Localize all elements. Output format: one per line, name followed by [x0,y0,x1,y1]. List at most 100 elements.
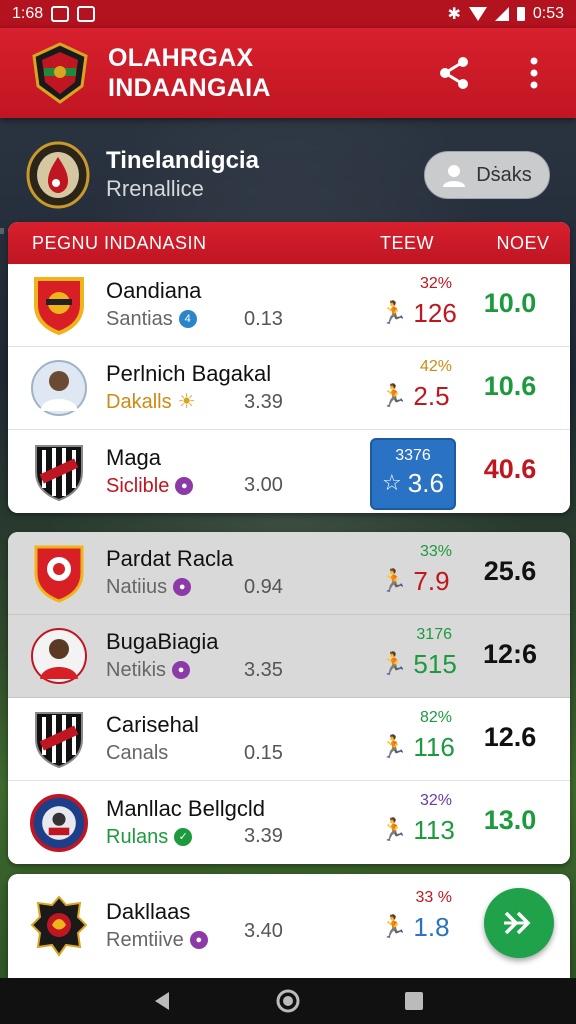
table-row[interactable]: Perlnich Bagakal Dakalls ☀ 3.39 42% 🏃 2.5 … [8,347,570,430]
forward-fab-button[interactable] [484,888,554,958]
table-row[interactable]: Manllac Bellgcld Rulans ✓ 3.39 32% 🏃 113 1… [8,781,570,864]
table-row[interactable]: Oandiana Santias 4 0.13 32% 🏃 126 10.0 [8,264,570,347]
player-name: BugaBiagia [106,629,219,654]
bluetooth-icon: ✱ [447,6,461,23]
battery-icon [516,7,525,21]
stat-value: 2.5 [413,381,450,411]
player-name: Perlnich Bagakal [106,361,272,386]
stat-value: 515 [413,649,457,679]
club-badge-icon: ● [175,476,194,495]
player-club: Rulans [106,825,169,848]
player-rating: 3.39 [244,825,283,847]
club-badge-icon: ● [189,931,208,949]
player-club: Natiius [106,576,168,598]
stat-value: 113 [413,815,455,845]
player-club: Santias [106,308,173,330]
stat-percent: 82% [419,709,452,726]
stat-percent: 3176 [416,626,452,643]
column-header-teew[interactable]: TEEW [380,233,476,254]
signal-icon [494,7,509,21]
player-name: Dakllaas [106,899,191,924]
back-icon[interactable] [151,990,173,1012]
table-row[interactable]: Maga Siclible ● 3.00 3376 ☆ 3.6 40.6 [8,430,570,513]
stat-value: 3.6 [407,468,444,498]
table-row[interactable]: Pardat Racla Natiius ● 0.94 33% 🏃 7.9 25.6 [8,532,570,615]
club-crest-icon [30,895,88,957]
stats-table-card: Pardat Racla Natiius ● 0.94 33% 🏃 7.9 25.6… [8,532,570,864]
team-name: Tinelandigcia [106,147,259,174]
player-action-icon: 🏃 [380,817,408,842]
app-title-line1: OLAHRGAX [108,44,254,72]
player-name: Carisehal [106,712,199,737]
team-subtitle: Rrenallice [106,176,204,201]
player-name: Manllac Bellgcld [106,795,265,821]
club-badge-icon: ● [172,661,191,679]
stat-percent: 33% [419,543,452,560]
club-crest-icon [30,542,88,604]
player-rating: 3.39 [244,391,283,413]
score-value: 13.0 [483,805,537,835]
score-value: 10.6 [483,371,537,401]
table-row[interactable]: BugaBiagia Netikis ● 3.35 3176 🏃 515 12:6 [8,615,570,698]
column-header-player[interactable]: PEGNU INDANASIN [8,233,380,254]
player-club: Canals [106,742,169,764]
details-label: Dṡaks [476,163,532,186]
stat-percent: 42% [419,358,452,375]
stat-value: 7.9 [413,566,450,596]
player-avatar [30,625,88,687]
club-crest-icon [30,708,88,770]
player-club: Dakalls [106,391,172,413]
stat-value: 1.8 [413,912,450,942]
status-time: 1:68 [12,5,44,22]
player-club: Siclible [106,474,170,497]
status-bar: 1:68 ✱ 0:53 [0,0,576,28]
score-value: 40.6 [483,454,537,484]
club-crest-icon [30,274,88,336]
player-rating: 0.13 [244,308,283,330]
team-crest-icon [26,141,90,209]
info-badge-icon: 4 [178,310,197,328]
details-button[interactable]: Dṡaks [424,151,550,199]
player-name: Oandiana [106,278,202,303]
double-chevron-right-icon [504,911,531,935]
gallery-icon [51,6,70,22]
share-icon [440,57,468,89]
share-button[interactable] [436,55,472,91]
score-value: 12.6 [483,722,537,752]
status-clock-right: 0:53 [532,5,564,22]
score-value: 25.6 [483,556,537,586]
player-rating: 0.94 [244,576,283,598]
player-action-icon: 🏃 [380,568,408,593]
player-rating: 0.15 [244,742,283,764]
recents-icon[interactable] [403,990,425,1012]
column-header-noev[interactable]: NOEV [476,233,570,254]
stat-percent: 32% [419,792,452,809]
player-action-icon: 🏃 [380,383,408,408]
star-icon: ☆ [382,470,402,495]
app-logo-icon [32,42,88,104]
highlighted-stat-box[interactable]: 3376 ☆ 3.6 [370,438,456,510]
stat-value: 126 [413,298,457,328]
table-row[interactable]: Carisehal Canals 0.15 82% 🏃 116 12.6 [8,698,570,781]
home-icon[interactable] [275,988,301,1014]
player-action-icon: 🏃 [380,914,408,939]
player-action-icon: 🏃 [380,651,408,676]
player-rating: 3.40 [244,920,283,942]
player-name: Maga [106,444,162,470]
player-name: Pardat Racla [106,546,234,571]
player-club: Netikis [106,659,167,681]
stat-value: 116 [413,732,455,762]
stat-percent: 32% [419,275,452,292]
table-header: PEGNU INDANASIN TEEW NOEV [8,222,570,264]
app-bar: OLAHRGAX INDAANGAIA [0,28,576,118]
team-header: Tinelandigcia Rrenallice Dṡaks [0,130,576,220]
player-rating: 3.35 [244,659,283,681]
stats-table-card: PEGNU INDANASIN TEEW NOEV Oandiana Santi… [8,222,570,513]
player-rating: 3.00 [244,474,283,496]
more-options-button[interactable] [516,55,552,91]
stat-percent: 33 % [415,889,452,906]
more-vert-icon [530,57,538,89]
stat-percent: 3376 [395,447,431,464]
score-value: 10.0 [483,288,537,318]
system-nav-bar [0,978,576,1024]
